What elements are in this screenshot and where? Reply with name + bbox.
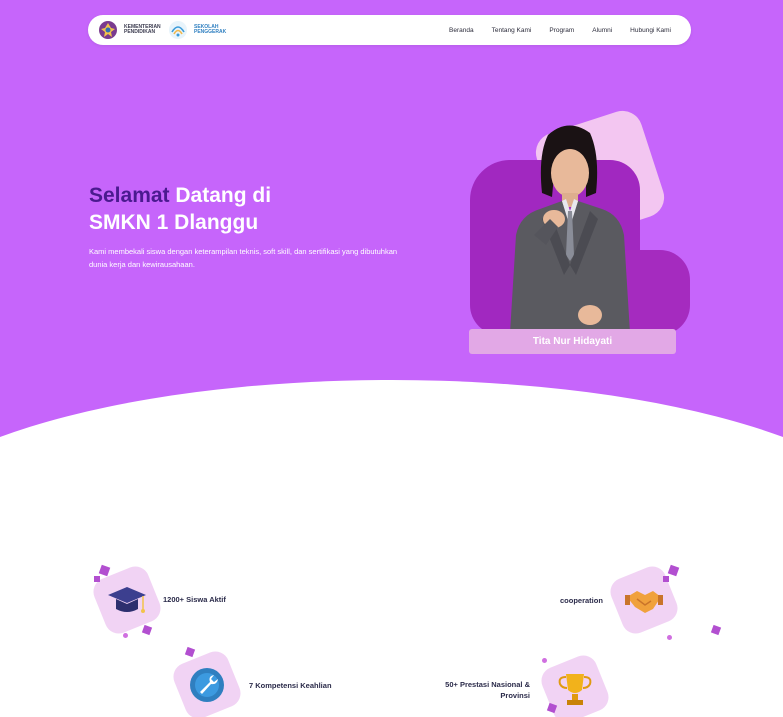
hero-bottom-curve <box>0 380 783 460</box>
decor-square <box>94 576 100 582</box>
decor-dot <box>542 658 547 663</box>
kemendikbud-logo <box>99 21 117 39</box>
person-photo <box>510 125 630 333</box>
decor-square <box>141 624 153 636</box>
hero-title: Selamat Datang di SMKN 1 Dlanggu <box>89 182 389 236</box>
trophy-icon <box>558 674 592 705</box>
main-nav: Beranda Tentang Kami Program Alumni Hubu… <box>449 27 671 34</box>
nav-program[interactable]: Program <box>549 27 574 34</box>
sekolah-penggerak-logo <box>169 21 187 39</box>
hero-description: Kami membekali siswa dengan keterampilan… <box>89 247 398 269</box>
logo-1-text: KEMENTERIAN PENDIDIKAN <box>124 24 161 35</box>
nav-hubungi-kami[interactable]: Hubungi Kami <box>630 27 671 34</box>
feature-label: 1200+ Siswa Aktif <box>163 595 226 604</box>
handshake-icon <box>624 591 663 613</box>
nav-beranda[interactable]: Beranda <box>449 27 474 34</box>
logo-2-text: SEKOLAH PENGGERAK <box>194 24 227 35</box>
nav-tentang-kami[interactable]: Tentang Kami <box>492 27 532 34</box>
hero-title-line2: SMKN 1 Dlanggu <box>89 211 259 234</box>
feature-students: 1200+ Siswa Aktif <box>89 562 226 638</box>
decor-square <box>184 646 196 658</box>
person-name-badge: Tita Nur Hidayati <box>469 329 676 354</box>
feature-label: cooperation <box>560 596 603 605</box>
feature-label: 50+ Prestasi Nasional & Provinsi <box>445 679 530 700</box>
feature-cooperation: cooperation <box>560 562 722 640</box>
feature-badge <box>89 562 165 638</box>
decor-square <box>667 564 680 577</box>
decor-square <box>98 564 111 577</box>
feature-label: 7 Kompetensi Keahlian <box>249 681 332 690</box>
feature-competencies: 7 Kompetensi Keahlian <box>169 646 332 717</box>
wrench-icon <box>190 668 224 702</box>
hero-title-rest: Datang di <box>175 184 272 207</box>
decor-dot <box>666 635 672 640</box>
hero-title-accent: Selamat <box>89 184 170 207</box>
feature-badge <box>169 646 245 717</box>
feature-achievements: 50+ Prestasi Nasional & Provinsi <box>425 651 613 717</box>
decor-square <box>710 624 722 636</box>
nav-alumni[interactable]: Alumni <box>592 27 612 34</box>
logo-group[interactable]: KEMENTERIAN PENDIDIKAN SEKOLAH PENGGERAK <box>98 20 232 40</box>
feature-badge <box>537 651 613 717</box>
decor-dot <box>123 633 128 638</box>
hero-portrait <box>465 105 695 360</box>
top-navbar: KEMENTERIAN PENDIDIKAN SEKOLAH PENGGERAK… <box>88 15 691 45</box>
hero-section: Selamat Datang di SMKN 1 Dlanggu Kami me… <box>0 0 783 460</box>
feature-badge <box>606 562 722 640</box>
graduation-cap-icon <box>108 587 146 613</box>
